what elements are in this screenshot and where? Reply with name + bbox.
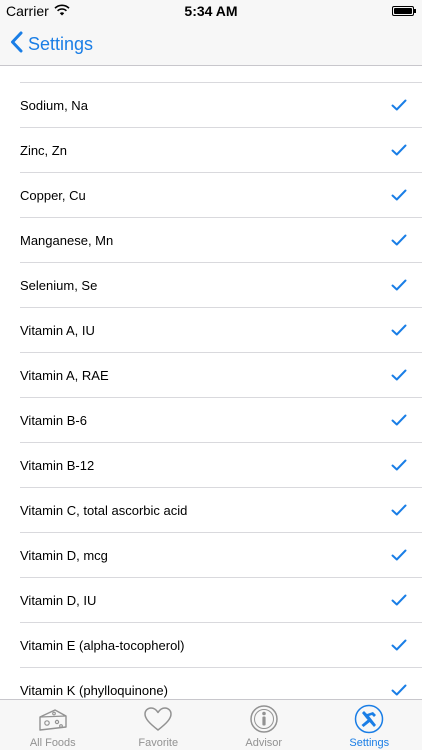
list-item-label: Sodium, Na bbox=[20, 97, 88, 113]
tab-favorite[interactable]: Favorite bbox=[106, 700, 212, 750]
checkmark-icon bbox=[388, 99, 410, 111]
checkmark-icon bbox=[388, 234, 410, 246]
list-item[interactable]: Vitamin E (alpha-tocopherol) bbox=[20, 622, 422, 667]
list-item[interactable]: Zinc, Zn bbox=[20, 127, 422, 172]
checkmark-icon bbox=[388, 504, 410, 516]
list-item-label: Zinc, Zn bbox=[20, 142, 67, 158]
checkmark-icon bbox=[388, 594, 410, 606]
checkmark-icon bbox=[388, 549, 410, 561]
list-item[interactable]: Manganese, Mn bbox=[20, 217, 422, 262]
checkmark-icon bbox=[388, 369, 410, 381]
list-item-label: Manganese, Mn bbox=[20, 232, 114, 248]
checkmark-icon bbox=[388, 414, 410, 426]
back-button-label: Settings bbox=[28, 33, 94, 54]
tab-settings[interactable]: Settings bbox=[317, 700, 422, 750]
list-item-label: Vitamin B-12 bbox=[20, 457, 95, 473]
list-item-label: Vitamin B-6 bbox=[20, 412, 87, 428]
back-button[interactable]: Settings bbox=[10, 30, 93, 58]
tab-label: Favorite bbox=[138, 737, 179, 749]
list-item[interactable]: Vitamin B-6 bbox=[20, 397, 422, 442]
checkmark-icon bbox=[388, 324, 410, 336]
list-item[interactable]: Vitamin D, mcg bbox=[20, 532, 422, 577]
tab-label: Settings bbox=[349, 737, 390, 749]
list-item[interactable]: Vitamin D, IU bbox=[20, 577, 422, 622]
tools-icon bbox=[353, 704, 385, 734]
tab-all-foods[interactable]: All Foods bbox=[0, 700, 106, 750]
info-circle-icon bbox=[248, 704, 280, 734]
chevron-left-icon bbox=[10, 31, 24, 58]
checkmark-icon bbox=[388, 279, 410, 291]
list-item-label: Vitamin K (phylloquinone) bbox=[20, 682, 168, 698]
list-item[interactable]: Vitamin A, RAE bbox=[20, 352, 422, 397]
checkmark-icon bbox=[388, 639, 410, 651]
status-bar: Carrier 5:34 AM bbox=[0, 0, 422, 22]
status-time: 5:34 AM bbox=[184, 3, 238, 19]
list-item-label: Vitamin A, IU bbox=[20, 322, 95, 338]
list-item[interactable]: Selenium, Se bbox=[20, 262, 422, 307]
cheese-icon bbox=[37, 704, 69, 734]
list-item-label: Vitamin E (alpha-tocopherol) bbox=[20, 637, 185, 653]
tab-label: Advisor bbox=[245, 737, 283, 749]
list-item[interactable]: Sodium, Na bbox=[20, 82, 422, 127]
list-item[interactable]: Vitamin K (phylloquinone) bbox=[20, 667, 422, 699]
checkmark-icon bbox=[388, 684, 410, 696]
list-item-label: Vitamin D, mcg bbox=[20, 547, 108, 563]
navigation-bar: Settings bbox=[0, 22, 422, 66]
tab-advisor[interactable]: Advisor bbox=[211, 700, 317, 750]
heart-icon bbox=[142, 704, 174, 734]
tab-label: All Foods bbox=[29, 737, 76, 749]
checkmark-icon bbox=[388, 459, 410, 471]
list-item-label: Vitamin C, total ascorbic acid bbox=[20, 502, 188, 518]
list-item[interactable]: Vitamin C, total ascorbic acid bbox=[20, 487, 422, 532]
list-item-label: Selenium, Se bbox=[20, 277, 98, 293]
checkmark-icon bbox=[388, 189, 410, 201]
list-item[interactable]: Vitamin A, IU bbox=[20, 307, 422, 352]
battery-icon bbox=[392, 6, 416, 16]
list-item[interactable]: Vitamin B-12 bbox=[20, 442, 422, 487]
checkmark-icon bbox=[388, 144, 410, 156]
nutrient-list[interactable]: Sodium, Na Zinc, Zn Copper, Cu Manganese… bbox=[0, 66, 422, 699]
list-item-label: Vitamin D, IU bbox=[20, 592, 97, 608]
list-item-label: Copper, Cu bbox=[20, 187, 86, 203]
tab-bar: All Foods Favorite Advisor Settings bbox=[0, 699, 422, 750]
list-item[interactable]: Copper, Cu bbox=[20, 172, 422, 217]
list-item-label: Vitamin A, RAE bbox=[20, 367, 109, 383]
